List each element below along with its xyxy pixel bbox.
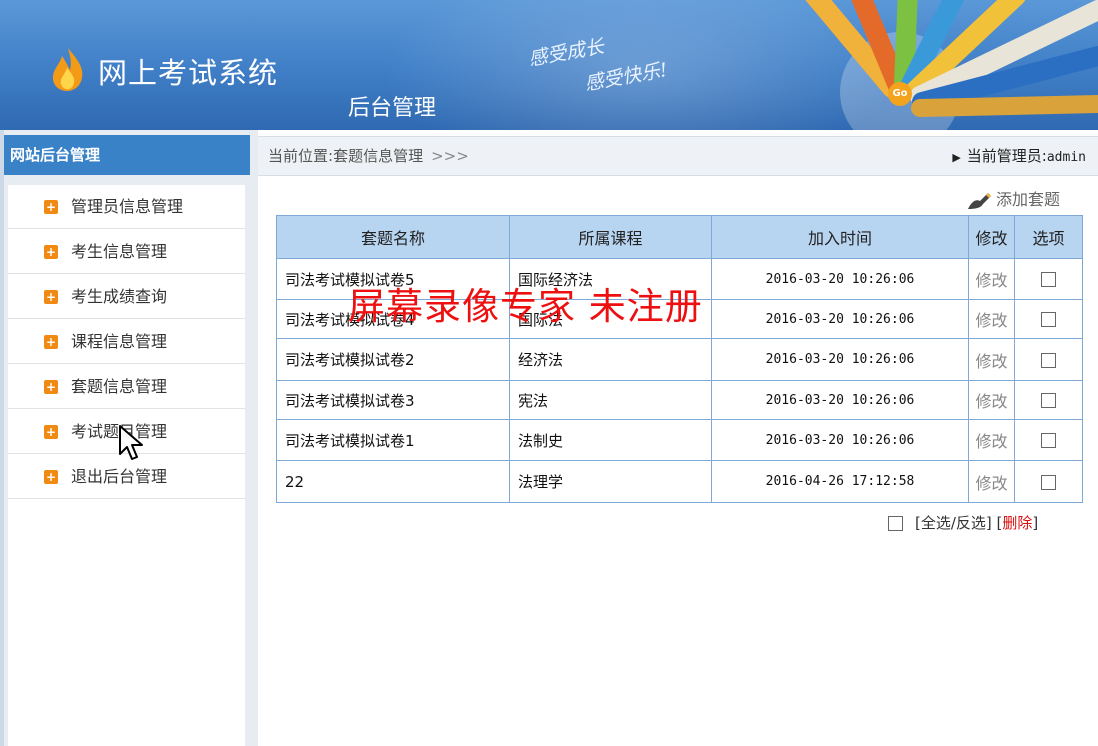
select-all-label[interactable]: [全选/反选] — [915, 514, 992, 532]
cell-course: 宪法 — [509, 380, 712, 420]
edit-link[interactable]: 修改 — [968, 380, 1015, 420]
plus-square-icon: + — [44, 245, 58, 259]
table-row: 22 法理学 2016-04-26 17:12:58 修改 — [276, 460, 1083, 503]
cell-select — [1014, 419, 1083, 461]
sidebar-item-paper-set-info[interactable]: + 套题信息管理 — [8, 365, 245, 409]
breadcrumb-bar: 当前位置:套题信息管理 >>> ▶ 当前管理员:admin — [258, 136, 1098, 176]
row-checkbox[interactable] — [1041, 272, 1056, 287]
sidebar-item-course-info[interactable]: + 课程信息管理 — [8, 320, 245, 364]
cell-time: 2016-03-20 10:26:06 — [711, 299, 969, 339]
flame-icon — [52, 48, 83, 91]
sidebar-menu: + 管理员信息管理 + 考生信息管理 + 考生成绩查询 + 课程信息管理 + 套… — [8, 185, 245, 746]
sidebar-item-student-info[interactable]: + 考生信息管理 — [8, 230, 245, 274]
cell-select — [1014, 299, 1083, 339]
cell-select — [1014, 338, 1083, 381]
column-header-edit: 修改 — [968, 215, 1015, 259]
row-checkbox[interactable] — [1041, 433, 1056, 448]
header-banner: 网上考试系统 后台管理 感受成长 感受快乐! Go — [0, 0, 1098, 130]
cell-select — [1014, 380, 1083, 420]
row-checkbox[interactable] — [1041, 474, 1056, 490]
watermark: 屏幕录像专家 未注册 — [348, 285, 703, 328]
current-admin: ▶ 当前管理员:admin — [952, 137, 1086, 177]
delete-button[interactable]: 删除 — [1002, 514, 1032, 532]
breadcrumb: 当前位置:套题信息管理 >>> — [268, 137, 469, 175]
pencils-decoration — [805, 0, 1098, 130]
sidebar-title: 网站后台管理 — [4, 135, 250, 175]
edit-link[interactable]: 修改 — [968, 338, 1015, 381]
breadcrumb-prefix: 当前位置: — [268, 147, 334, 165]
cell-course: 法理学 — [509, 460, 712, 503]
sidebar-item-label: 管理员信息管理 — [71, 197, 184, 216]
plus-square-icon: + — [44, 425, 58, 439]
column-header-course: 所属课程 — [509, 215, 712, 259]
table-row: 司法考试模拟试卷1 法制史 2016-03-20 10:26:06 修改 — [276, 419, 1083, 461]
cell-time: 2016-03-20 10:26:06 — [711, 338, 969, 381]
plus-square-icon: + — [44, 470, 58, 484]
plus-square-icon: + — [44, 380, 58, 394]
sidebar-item-label: 考生成绩查询 — [71, 287, 168, 306]
plus-square-icon: + — [44, 290, 58, 304]
go-badge: Go — [888, 82, 912, 106]
cell-time: 2016-04-26 17:12:58 — [711, 460, 969, 503]
current-admin-name: admin — [1046, 150, 1086, 165]
cell-name: 司法考试模拟试卷3 — [276, 380, 510, 420]
table-header-row: 套题名称 所属课程 加入时间 修改 选项 — [276, 215, 1083, 259]
edit-link[interactable]: 修改 — [968, 419, 1015, 461]
system-title: 网上考试系统 — [98, 56, 279, 90]
table-row: 司法考试模拟试卷3 宪法 2016-03-20 10:26:06 修改 — [276, 380, 1083, 420]
current-admin-label: 当前管理员: — [966, 147, 1047, 165]
edit-link[interactable]: 修改 — [968, 299, 1015, 339]
cell-course: 经济法 — [509, 338, 712, 381]
cell-time: 2016-03-20 10:26:06 — [711, 419, 969, 461]
add-paper-set-link[interactable]: 添加套题 — [966, 186, 1060, 211]
paper-set-table: 套题名称 所属课程 加入时间 修改 选项 司法考试模拟试卷5 国际经济法 201… — [276, 215, 1083, 503]
table-row: 司法考试模拟试卷2 经济法 2016-03-20 10:26:06 修改 — [276, 338, 1083, 381]
bulk-actions: [全选/反选] [删除] — [888, 512, 1038, 533]
column-header-name: 套题名称 — [276, 215, 510, 259]
triangle-right-icon: ▶ — [952, 151, 961, 164]
select-all-checkbox[interactable] — [888, 516, 903, 531]
cell-time: 2016-03-20 10:26:06 — [711, 258, 969, 300]
column-header-select: 选项 — [1014, 215, 1083, 259]
row-checkbox[interactable] — [1041, 352, 1056, 368]
edit-link[interactable]: 修改 — [968, 258, 1015, 300]
sidebar-item-label: 套题信息管理 — [71, 377, 168, 396]
pen-icon — [968, 192, 991, 209]
cell-name: 司法考试模拟试卷2 — [276, 338, 510, 381]
row-checkbox[interactable] — [1041, 312, 1056, 327]
column-header-time: 加入时间 — [711, 215, 969, 259]
sidebar-item-label: 课程信息管理 — [71, 332, 168, 351]
cell-course: 法制史 — [509, 419, 712, 461]
system-subtitle: 后台管理 — [348, 96, 437, 121]
breadcrumb-current: 套题信息管理 — [333, 147, 424, 165]
row-checkbox[interactable] — [1041, 393, 1056, 408]
plus-square-icon: + — [44, 200, 58, 214]
add-paper-set-label: 添加套题 — [996, 190, 1061, 209]
mouse-pointer-icon — [119, 425, 143, 460]
breadcrumb-separator: >>> — [431, 147, 469, 165]
delete-bracket-close: ] — [1032, 514, 1039, 532]
sidebar-item-admin-info[interactable]: + 管理员信息管理 — [8, 185, 245, 229]
plus-square-icon: + — [44, 335, 58, 349]
cell-select — [1014, 258, 1083, 300]
cell-name: 22 — [276, 460, 510, 503]
edit-link[interactable]: 修改 — [968, 460, 1015, 503]
sidebar-item-label: 考生信息管理 — [71, 242, 168, 261]
cell-select — [1014, 460, 1083, 503]
cell-time: 2016-03-20 10:26:06 — [711, 380, 969, 420]
sidebar-item-score-query[interactable]: + 考生成绩查询 — [8, 275, 245, 319]
cell-name: 司法考试模拟试卷1 — [276, 419, 510, 461]
